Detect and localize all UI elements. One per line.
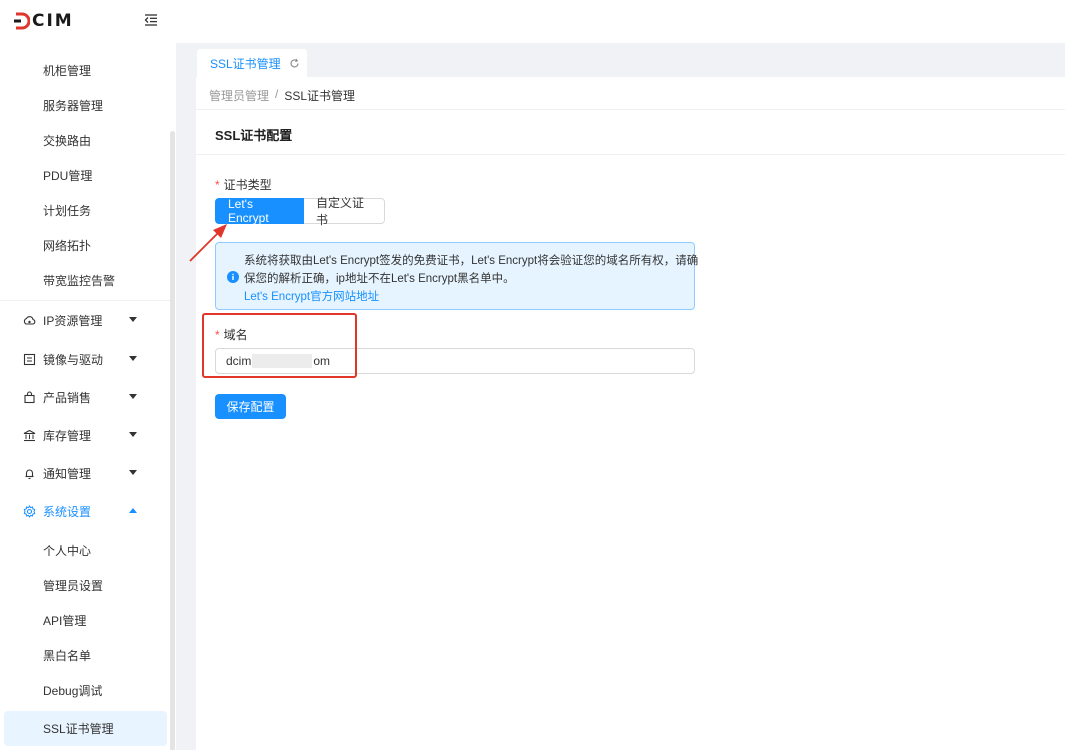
sidebar-group-system-settings[interactable]: 系统设置 (0, 492, 170, 530)
sidebar-group-label: 镜像与驱动 (43, 352, 104, 367)
sidebar-item-ssl[interactable]: SSL证书管理 (4, 711, 167, 746)
sidebar-group-product-sales[interactable]: 产品销售 (0, 378, 170, 416)
sidebar-item-switch-route[interactable]: 交换路由 (0, 123, 170, 158)
refresh-icon[interactable] (289, 58, 300, 69)
sidebar-item-label: SSL证书管理 (43, 722, 114, 736)
chevron-down-icon (129, 432, 137, 437)
chevron-down-icon (129, 317, 137, 322)
sidebar-item-label: 机柜管理 (43, 64, 92, 78)
sidebar-item-debug[interactable]: Debug调试 (0, 673, 170, 708)
sidebar-item-label: 计划任务 (43, 204, 92, 218)
sidebar-item-cabinet[interactable]: 机柜管理 (0, 53, 170, 88)
sidebar-group-ip-resources[interactable]: IP资源管理 (0, 301, 170, 339)
logo-mark-icon (14, 12, 30, 30)
sidebar-item-label: 服务器管理 (43, 99, 104, 113)
sidebar-item-blacklist-whitelist[interactable]: 黑白名单 (0, 638, 170, 673)
tabs-bar: SSL证书管理 (176, 43, 1065, 77)
sidebar-group-label: IP资源管理 (43, 313, 103, 328)
sidebar: 机柜管理 服务器管理 交换路由 PDU管理 计划任务 网络拓扑 带宽监控告警 I… (0, 43, 176, 750)
breadcrumb: 管理员管理 / SSL证书管理 (209, 87, 355, 104)
sidebar-item-label: 带宽监控告警 (43, 274, 116, 288)
shopping-bag-icon (22, 390, 36, 404)
sidebar-item-bandwidth-alert[interactable]: 带宽监控告警 (0, 263, 170, 298)
sidebar-scrollbar[interactable] (170, 131, 175, 750)
page-title: SSL证书配置 (215, 128, 293, 143)
sidebar-item-label: 交换路由 (43, 134, 92, 148)
chevron-down-icon (129, 356, 137, 361)
sidebar-item-network-topology[interactable]: 网络拓扑 (0, 228, 170, 263)
sidebar-group-label: 产品销售 (43, 390, 92, 405)
breadcrumb-current: SSL证书管理 (284, 89, 356, 103)
cert-type-label-text: 证书类型 (223, 178, 272, 192)
sidebar-group-notifications[interactable]: 通知管理 (0, 454, 170, 492)
divider (196, 109, 1065, 110)
tab-label: SSL证书管理 (210, 56, 281, 71)
bell-icon (22, 466, 36, 480)
sidebar-group-label: 通知管理 (43, 466, 92, 481)
chevron-down-icon (129, 470, 137, 475)
sidebar-group-label: 系统设置 (43, 504, 92, 519)
sidebar-group-inventory[interactable]: 库存管理 (0, 416, 170, 454)
sidebar-item-label: Debug调试 (43, 684, 103, 698)
info-alert: 系统将获取由Let's Encrypt签发的免费证书，Let's Encrypt… (215, 242, 699, 310)
chevron-up-icon (129, 508, 137, 513)
letsencrypt-website-link[interactable]: Let's Encrypt官方网站地址 (244, 288, 379, 304)
sidebar-item-admin-settings[interactable]: 管理员设置 (0, 568, 170, 603)
bank-icon (22, 428, 36, 442)
sidebar-item-profile[interactable]: 个人中心 (0, 533, 170, 568)
content-panel: 管理员管理 / SSL证书管理 SSL证书配置 * 证书类型 Let's Encr… (196, 77, 1065, 750)
cert-type-custom-button[interactable]: 自定义证书 (304, 196, 385, 227)
required-mark: * (215, 178, 220, 192)
sidebar-item-label: PDU管理 (43, 169, 93, 183)
menu-fold-icon[interactable] (143, 12, 159, 28)
info-icon (227, 271, 239, 283)
alert-text-line-2: 保您的解析正确，ip地址不在Let's Encrypt黑名单中。 (244, 273, 515, 285)
main-area: SSL证书管理 管理员管理 / SSL证书管理 SSL证书配置 * 证书类型 Le… (176, 43, 1065, 750)
cert-type-label: * 证书类型 (215, 176, 272, 193)
sidebar-item-label: API管理 (43, 614, 87, 628)
cert-type-radio-group: Let's Encrypt 自定义证书 (215, 196, 385, 227)
sidebar-item-label: 网络拓扑 (43, 239, 92, 253)
sidebar-group-label: 库存管理 (43, 428, 92, 443)
sidebar-item-label: 黑白名单 (43, 649, 92, 663)
annotation-highlight-box (202, 313, 357, 378)
cloud-icon (22, 313, 36, 327)
breadcrumb-separator: / (275, 87, 279, 101)
sidebar-item-label: 个人中心 (43, 544, 92, 558)
breadcrumb-parent[interactable]: 管理员管理 (209, 87, 269, 104)
logo: CIM (14, 11, 74, 31)
gear-icon (22, 504, 36, 518)
divider (196, 154, 1065, 155)
image-icon (22, 352, 36, 366)
logo-text: CIM (32, 11, 74, 31)
save-config-button[interactable]: 保存配置 (215, 394, 286, 419)
chevron-down-icon (129, 394, 137, 399)
alert-text-line-1: 系统将获取由Let's Encrypt签发的免费证书，Let's Encrypt… (244, 255, 699, 267)
sidebar-item-server[interactable]: 服务器管理 (0, 88, 170, 123)
tab-ssl-cert[interactable]: SSL证书管理 (197, 49, 307, 77)
sidebar-item-api[interactable]: API管理 (0, 603, 170, 638)
top-header: CIM (0, 0, 1065, 43)
sidebar-item-pdu[interactable]: PDU管理 (0, 158, 170, 193)
sidebar-item-scheduled-tasks[interactable]: 计划任务 (0, 193, 170, 228)
sidebar-group-images-drivers[interactable]: 镜像与驱动 (0, 340, 170, 378)
annotation-arrow-icon (189, 224, 227, 262)
sidebar-item-label: 管理员设置 (43, 579, 104, 593)
